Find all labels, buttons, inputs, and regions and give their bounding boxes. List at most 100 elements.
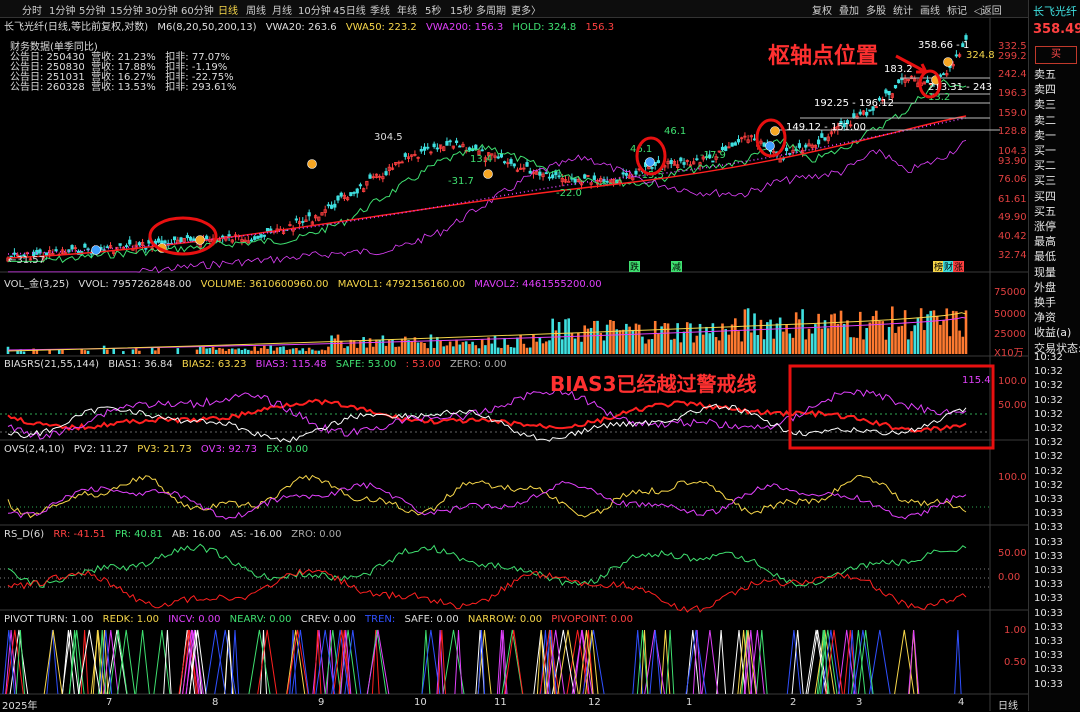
volume-bar	[923, 330, 926, 354]
volume-bar	[250, 350, 253, 354]
volume-bar	[836, 323, 840, 354]
trade-time: 10:32	[1034, 437, 1063, 449]
volume-bar	[416, 342, 420, 354]
period-tab-0[interactable]: 分时	[22, 2, 42, 17]
order-book-label: 收益(a)	[1034, 326, 1072, 340]
volume-bar	[214, 349, 218, 354]
price-label: -31.7	[448, 176, 474, 187]
period-tab-9[interactable]: 10分钟	[298, 2, 331, 17]
toolbar-action-2[interactable]: 多股	[866, 2, 886, 17]
period-tab-14[interactable]: 15秒	[450, 2, 473, 17]
candle-body	[448, 140, 452, 143]
x-tick-label: 3	[856, 697, 863, 708]
candle-body	[538, 171, 542, 176]
candle-body	[621, 172, 625, 175]
volume-bar	[522, 343, 526, 354]
volume-bar	[413, 337, 417, 354]
volume-bar	[615, 329, 619, 354]
candle-body	[730, 142, 734, 147]
toolbar-action-1[interactable]: 叠加	[839, 2, 859, 17]
rsd-rr-line	[7, 568, 967, 613]
volume-bar	[541, 343, 545, 354]
event-mark: 减	[672, 261, 681, 273]
period-tab-6[interactable]: 日线	[218, 2, 238, 17]
order-book-label: 买二	[1034, 159, 1056, 173]
event-mark: 跌	[630, 262, 639, 273]
volume-bar	[666, 323, 670, 354]
volume-bar	[349, 339, 353, 354]
y-tick-label: 93.90	[998, 156, 1027, 167]
order-book-label: 外盘	[1034, 280, 1056, 294]
period-tab-11[interactable]: 季线	[370, 2, 390, 17]
buy-button[interactable]: 买	[1035, 46, 1077, 64]
toolbar-action-0[interactable]: 复权	[812, 2, 832, 17]
volume-bar	[701, 334, 705, 354]
pivot-safe-value: SAFE: 0.00	[404, 614, 459, 625]
period-tab-8[interactable]: 月线	[272, 2, 292, 17]
vvol-value: VVOL: 7957262848.00	[78, 279, 192, 290]
period-tab-12[interactable]: 年线	[397, 2, 417, 17]
volume-bar	[301, 348, 305, 354]
candle-body	[897, 79, 901, 84]
volume-bar	[625, 323, 628, 354]
toolbar-action-5[interactable]: 标记	[947, 2, 967, 17]
period-tab-3[interactable]: 15分钟	[110, 2, 143, 17]
volume-bar	[637, 324, 641, 354]
volume-bar	[464, 341, 468, 354]
volume-bar	[208, 348, 212, 354]
candle-body	[480, 149, 484, 152]
trade-time: 10:32	[1034, 408, 1063, 420]
candle-body	[528, 170, 532, 174]
toolbar-action-6[interactable]: ◁返回	[974, 2, 1002, 17]
volume-bar	[878, 320, 881, 354]
quote-side-panel: 长飞光纤 358.49 买 卖五 卖四 卖三 卖二 卖一 买一 买二 买三 买四 买五 涨停 最高 最低…	[1028, 0, 1080, 711]
volume-bar	[176, 348, 180, 354]
y-tick-label: 50.00	[998, 548, 1027, 559]
period-tab-16[interactable]: 更多〉	[511, 2, 541, 17]
signal-icon	[91, 245, 101, 255]
order-book-label: 买三	[1034, 174, 1056, 188]
volume-bar	[455, 339, 458, 354]
y-tick-label: 40.42	[998, 231, 1027, 242]
period-tab-10[interactable]: 45日线	[333, 2, 366, 17]
period-tab-4[interactable]: 30分钟	[145, 2, 178, 17]
toolbar-action-3[interactable]: 统计	[893, 2, 913, 17]
candle-body	[205, 235, 209, 240]
candle-body	[445, 141, 449, 146]
stock-name: 长飞光纤	[1033, 5, 1077, 18]
candle-body	[954, 54, 958, 57]
volume-bar	[612, 320, 615, 354]
candle-body	[669, 160, 673, 165]
candle-body	[592, 175, 596, 180]
y-tick-label: 50.00	[998, 400, 1027, 411]
candle-body	[682, 162, 686, 165]
volume-bar	[477, 348, 481, 354]
period-tab-13[interactable]: 5秒	[425, 2, 441, 17]
volume-bar	[468, 344, 471, 354]
trade-time: 10:32	[1034, 479, 1063, 491]
stock-price: 358.49	[1033, 22, 1080, 37]
volume-bar	[323, 350, 327, 354]
volume-bar	[743, 309, 747, 354]
y-tick-label: 100.0	[998, 472, 1027, 483]
toolbar-action-4[interactable]: 画线	[920, 2, 940, 17]
volume-bar	[407, 340, 410, 354]
candle-body	[797, 143, 801, 148]
volume-bar	[830, 314, 833, 354]
trade-time: 10:33	[1034, 579, 1063, 591]
candle-body	[752, 138, 757, 141]
volume-bar	[452, 346, 455, 354]
period-tab-7[interactable]: 周线	[246, 2, 266, 17]
volume-bar	[150, 347, 154, 354]
period-tab-1[interactable]: 1分钟	[49, 2, 75, 17]
volume-bar	[247, 349, 250, 354]
volume-bar	[791, 337, 795, 354]
ab-value: AB: 16.00	[171, 529, 221, 540]
y-tick-label: 49.90	[998, 212, 1027, 223]
volume-bar	[734, 318, 737, 354]
order-book-label: 卖五	[1034, 68, 1056, 81]
period-tab-2[interactable]: 5分钟	[79, 2, 105, 17]
volume-bar	[538, 337, 542, 354]
period-tab-15[interactable]: 多周期	[476, 2, 506, 17]
period-tab-5[interactable]: 60分钟	[181, 2, 214, 17]
